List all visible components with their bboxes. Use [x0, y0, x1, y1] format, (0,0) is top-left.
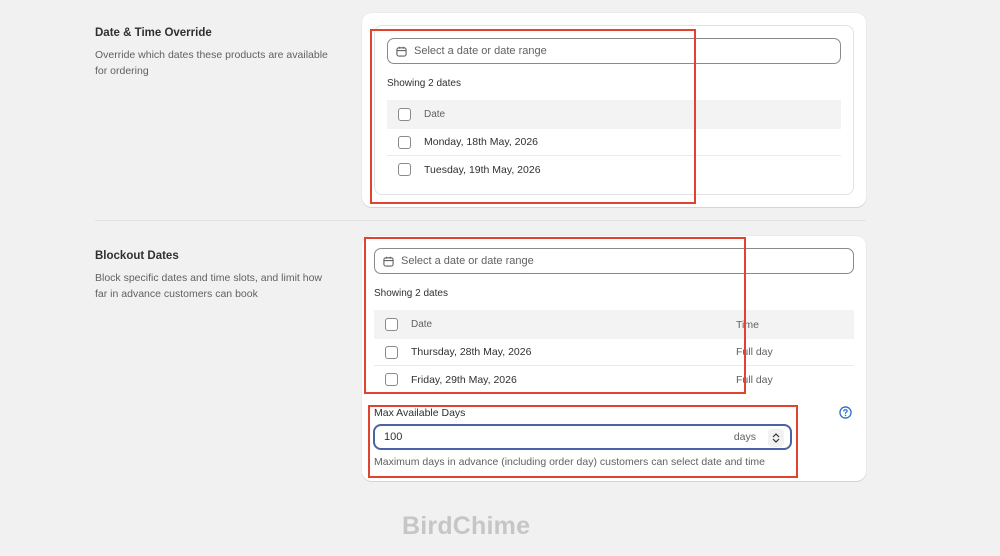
- row-checkbox[interactable]: [385, 345, 398, 359]
- override-section-info: Date & Time Override Override which date…: [95, 27, 335, 79]
- blockout-showing-count: Showing 2 dates: [374, 288, 448, 299]
- row-checkbox[interactable]: [398, 163, 411, 176]
- max-days-input[interactable]: 100 days: [373, 424, 792, 450]
- column-header-date: Date: [411, 319, 433, 330]
- override-title: Date & Time Override: [95, 27, 212, 39]
- max-days-help-text: Maximum days in advance (including order…: [374, 456, 766, 468]
- row-time: Full day: [736, 346, 773, 358]
- blockout-section-info: Blockout Dates Block specific dates and …: [95, 250, 335, 302]
- blockout-table: Date Time Thursday, 28th May, 2026 Full …: [374, 310, 854, 394]
- row-checkbox[interactable]: [385, 373, 398, 386]
- row-checkbox[interactable]: [398, 135, 411, 149]
- select-all-checkbox[interactable]: [398, 108, 411, 121]
- calendar-icon: [396, 46, 407, 57]
- blockout-table-header: Date Time: [374, 310, 854, 339]
- column-header-time: Time: [736, 318, 759, 331]
- table-row: Friday, 29th May, 2026 Full day: [374, 366, 854, 393]
- stepper-icon[interactable]: [768, 429, 784, 447]
- override-table: Date Monday, 18th May, 2026 Tuesday, 19t…: [387, 100, 841, 184]
- row-date: Friday, 29th May, 2026: [411, 373, 517, 386]
- birdchime-logo: BirdChime: [402, 512, 531, 540]
- column-header-date: Date: [424, 109, 446, 120]
- table-row: Thursday, 28th May, 2026 Full day: [374, 339, 854, 366]
- help-icon[interactable]: [839, 406, 852, 419]
- override-date-picker[interactable]: Select a date or date range: [387, 38, 841, 64]
- chevron-down-icon[interactable]: [772, 438, 780, 444]
- override-showing-count: Showing 2 dates: [387, 78, 461, 89]
- table-row: Tuesday, 19th May, 2026: [387, 156, 841, 183]
- row-time: Full day: [736, 373, 773, 386]
- select-all-checkbox[interactable]: [385, 318, 398, 331]
- section-divider: [95, 220, 866, 221]
- override-table-header: Date: [387, 100, 841, 129]
- row-date: Tuesday, 19th May, 2026: [424, 163, 541, 176]
- row-date: Thursday, 28th May, 2026: [411, 346, 532, 358]
- blockout-date-placeholder: Select a date or date range: [401, 255, 534, 267]
- table-row: Monday, 18th May, 2026: [387, 129, 841, 156]
- max-days-value: 100: [384, 431, 403, 443]
- max-days-label: Max Available Days: [374, 407, 466, 419]
- blockout-description: Block specific dates and time slots, and…: [95, 272, 323, 300]
- max-days-suffix: days: [733, 431, 756, 443]
- override-description: Override which dates these products are …: [95, 49, 328, 77]
- calendar-icon: [383, 256, 394, 267]
- row-date: Monday, 18th May, 2026: [424, 136, 539, 148]
- override-date-placeholder: Select a date or date range: [414, 45, 547, 57]
- blockout-title: Blockout Dates: [95, 250, 179, 262]
- blockout-date-picker[interactable]: Select a date or date range: [374, 248, 854, 274]
